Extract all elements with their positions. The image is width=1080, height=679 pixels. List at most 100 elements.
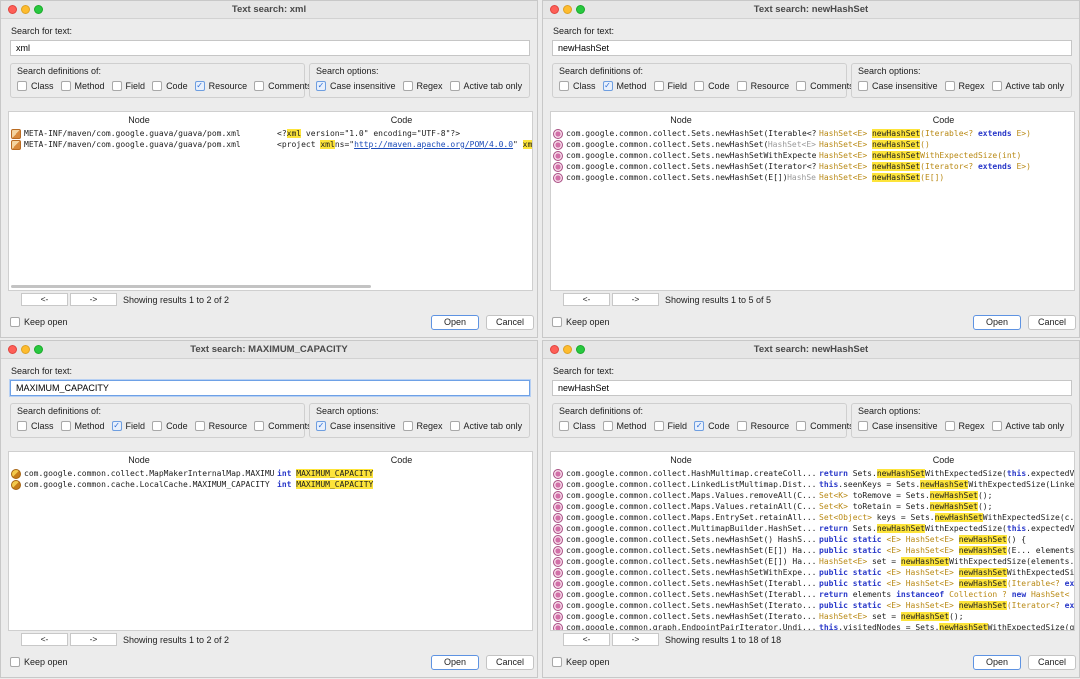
- table-row[interactable]: com.google.common.collect.Sets.newHashSe…: [551, 172, 1074, 183]
- checkbox-class[interactable]: Class: [559, 81, 596, 91]
- table-row[interactable]: com.google.common.collect.MultimapBuilde…: [551, 523, 1074, 534]
- checkbox-comments[interactable]: Comments: [796, 421, 854, 431]
- next-page-button[interactable]: ->: [70, 633, 117, 646]
- checkbox-class[interactable]: Class: [17, 421, 54, 431]
- checkbox-box[interactable]: [402, 421, 413, 431]
- checkbox-box[interactable]: [991, 421, 1002, 431]
- checkbox-class[interactable]: Class: [559, 421, 596, 431]
- checkbox-field[interactable]: Field: [111, 81, 145, 91]
- table-row[interactable]: com.google.common.collect.HashMultimap.c…: [551, 468, 1074, 479]
- checkbox-box[interactable]: [194, 421, 205, 431]
- open-button[interactable]: Open: [431, 655, 479, 670]
- checkbox-box[interactable]: [559, 421, 569, 431]
- code-column-header[interactable]: Code: [811, 115, 1074, 125]
- checkbox-field[interactable]: ✓ Field: [111, 421, 145, 431]
- checkbox-box[interactable]: [559, 81, 569, 91]
- previous-page-button[interactable]: <-: [563, 633, 610, 646]
- checkbox-code[interactable]: Code: [152, 81, 188, 91]
- previous-page-button[interactable]: <-: [563, 293, 610, 306]
- checkbox-box[interactable]: [152, 421, 163, 431]
- node-column-header[interactable]: Node: [551, 115, 811, 125]
- checkbox-box[interactable]: [402, 81, 413, 91]
- previous-page-button[interactable]: <-: [21, 293, 68, 306]
- open-button[interactable]: Open: [431, 315, 479, 330]
- checkbox-comments[interactable]: Comments: [254, 81, 312, 91]
- checkbox-box[interactable]: [111, 81, 122, 91]
- previous-page-button[interactable]: <-: [21, 633, 68, 646]
- table-row[interactable]: com.google.common.collect.Sets.newHashSe…: [551, 139, 1074, 150]
- table-row[interactable]: com.google.common.collect.Sets.newHashSe…: [551, 567, 1074, 578]
- checkbox-box[interactable]: [17, 421, 27, 431]
- table-row[interactable]: com.google.common.collect.MapMakerIntern…: [9, 468, 532, 479]
- checkbox-box[interactable]: [552, 317, 562, 327]
- checkbox-box[interactable]: [60, 421, 71, 431]
- checkbox-box[interactable]: [944, 421, 955, 431]
- table-row[interactable]: META-INF/maven/com.google.guava/guava/po…: [9, 128, 532, 139]
- checkbox-method[interactable]: Method: [602, 421, 647, 431]
- checkbox-box[interactable]: [152, 81, 163, 91]
- checkbox-code[interactable]: Code: [152, 421, 188, 431]
- checkbox-box[interactable]: [944, 81, 955, 91]
- table-row[interactable]: com.google.common.collect.Sets.newHashSe…: [551, 589, 1074, 600]
- table-row[interactable]: com.google.common.collect.Maps.Values.re…: [551, 490, 1074, 501]
- horizontal-scrollbar[interactable]: [11, 285, 371, 288]
- search-input[interactable]: [552, 380, 1072, 396]
- table-row[interactable]: com.google.common.collect.LinkedListMult…: [551, 479, 1074, 490]
- table-row[interactable]: com.google.common.collect.Sets.newHashSe…: [551, 556, 1074, 567]
- next-page-button[interactable]: ->: [612, 633, 659, 646]
- keep-open-checkbox[interactable]: Keep open: [552, 317, 610, 327]
- node-column-header[interactable]: Node: [9, 115, 269, 125]
- cancel-button[interactable]: Cancel: [486, 315, 534, 330]
- checkbox-box[interactable]: ✓: [316, 421, 326, 431]
- checkbox-box[interactable]: ✓: [602, 81, 613, 91]
- table-row[interactable]: com.google.common.collect.Sets.newHashSe…: [551, 161, 1074, 172]
- checkbox-method[interactable]: Method: [60, 421, 105, 431]
- table-row[interactable]: com.google.common.collect.Sets.newHashSe…: [551, 611, 1074, 622]
- checkbox-box[interactable]: [449, 421, 460, 431]
- checkbox-active-tab-only[interactable]: Active tab only: [991, 81, 1064, 91]
- checkbox-resource[interactable]: ✓ Resource: [194, 81, 247, 91]
- checkbox-box[interactable]: [858, 81, 868, 91]
- checkbox-box[interactable]: [991, 81, 1002, 91]
- checkbox-class[interactable]: Class: [17, 81, 54, 91]
- checkbox-box[interactable]: [10, 657, 20, 667]
- checkbox-box[interactable]: ✓: [111, 421, 122, 431]
- checkbox-box[interactable]: [653, 421, 664, 431]
- checkbox-box[interactable]: [694, 81, 705, 91]
- next-page-button[interactable]: ->: [70, 293, 117, 306]
- node-column-header[interactable]: Node: [551, 455, 811, 465]
- checkbox-field[interactable]: Field: [653, 421, 687, 431]
- checkbox-case-insensitive[interactable]: Case insensitive: [858, 421, 938, 431]
- open-button[interactable]: Open: [973, 315, 1021, 330]
- checkbox-box[interactable]: [796, 421, 807, 431]
- checkbox-regex[interactable]: Regex: [402, 421, 443, 431]
- table-row[interactable]: com.google.common.collect.Sets.newHashSe…: [551, 534, 1074, 545]
- checkbox-method[interactable]: Method: [60, 81, 105, 91]
- checkbox-box[interactable]: [602, 421, 613, 431]
- checkbox-case-insensitive[interactable]: ✓ Case insensitive: [316, 81, 396, 91]
- keep-open-checkbox[interactable]: Keep open: [552, 657, 610, 667]
- checkbox-method[interactable]: ✓ Method: [602, 81, 647, 91]
- checkbox-box[interactable]: [653, 81, 664, 91]
- checkbox-box[interactable]: [10, 317, 20, 327]
- checkbox-regex[interactable]: Regex: [944, 421, 985, 431]
- open-button[interactable]: Open: [973, 655, 1021, 670]
- table-row[interactable]: com.google.common.collect.Maps.Values.re…: [551, 501, 1074, 512]
- code-column-header[interactable]: Code: [269, 115, 532, 125]
- checkbox-box[interactable]: [796, 81, 807, 91]
- checkbox-comments[interactable]: Comments: [254, 421, 312, 431]
- checkbox-box[interactable]: [17, 81, 27, 91]
- checkbox-resource[interactable]: Resource: [736, 421, 789, 431]
- search-input[interactable]: [10, 40, 530, 56]
- checkbox-case-insensitive[interactable]: ✓ Case insensitive: [316, 421, 396, 431]
- table-row[interactable]: com.google.common.collect.Sets.newHashSe…: [551, 545, 1074, 556]
- table-row[interactable]: com.google.common.collect.Sets.newHashSe…: [551, 150, 1074, 161]
- checkbox-box[interactable]: ✓: [694, 421, 705, 431]
- checkbox-box[interactable]: [552, 657, 562, 667]
- table-row[interactable]: com.google.common.collect.Sets.newHashSe…: [551, 578, 1074, 589]
- cancel-button[interactable]: Cancel: [486, 655, 534, 670]
- table-row[interactable]: META-INF/maven/com.google.guava/guava/po…: [9, 139, 532, 150]
- code-column-header[interactable]: Code: [811, 455, 1074, 465]
- cancel-button[interactable]: Cancel: [1028, 655, 1076, 670]
- checkbox-box[interactable]: ✓: [316, 81, 326, 91]
